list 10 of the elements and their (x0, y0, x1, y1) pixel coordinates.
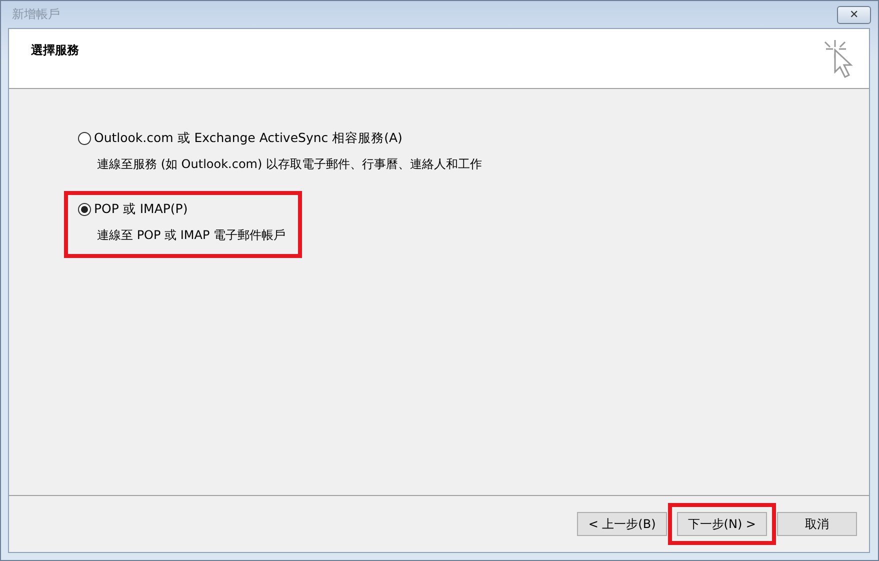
option-description: 連線至 POP 或 IMAP 電子郵件帳戶 (97, 227, 286, 244)
window-title: 新增帳戶 (11, 6, 60, 23)
dialog-button[interactable]: 下一步(N) > (676, 512, 767, 536)
option-description: 連線至服務 (如 Outlook.com) 以存取電子郵件、行事曆、連絡人和工作 (97, 156, 482, 173)
dialog-button[interactable]: 取消 (777, 512, 857, 536)
dialog-button[interactable]: < 上一步(B) (577, 512, 667, 536)
header-title: 選擇服務 (31, 42, 79, 59)
close-button[interactable]: ✕ (837, 6, 871, 24)
radio-option[interactable]: Outlook.com 或 Exchange ActiveSync 相容服務(A) (78, 130, 482, 147)
radio-option[interactable]: POP 或 IMAP(P) (78, 201, 286, 218)
